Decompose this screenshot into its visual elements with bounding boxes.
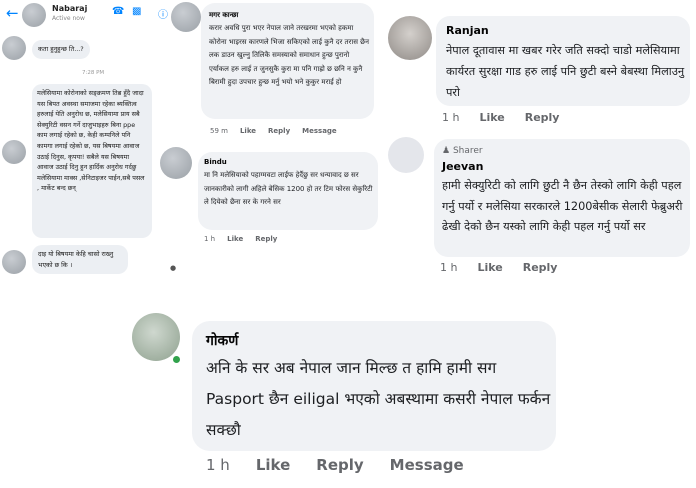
comment-text: हामी सेक्युरिटी को लागि छुटी नै छैन तेस्… <box>442 179 683 233</box>
avatar[interactable] <box>171 2 201 32</box>
sharer-label: Sharer <box>452 146 483 156</box>
avatar[interactable] <box>22 3 46 27</box>
comment-bubble: Ranjan नेपाल दूतावास मा खबर गरेर जति सक्… <box>436 16 690 106</box>
message-bubble: कता हुनुहुन्छ ति...? <box>32 40 90 59</box>
info-icon[interactable]: ⓘ <box>158 6 168 21</box>
comment-jeevan: ♟ Sharer Jeevan हामी सेक्युरिटी को लागि … <box>382 133 696 283</box>
comment-actions: 1 h Like Reply <box>442 111 559 124</box>
comment-bubble: मगर कान्छा करार अवधि पुरा भएर नेपाल जाने… <box>201 3 374 119</box>
commenter-name[interactable]: Jeevan <box>442 160 483 173</box>
avatar[interactable] <box>388 137 424 173</box>
chat-header: ← Nabaraj Active now ☎ ▩ ⓘ <box>0 0 182 28</box>
comment-bubble: ♟ Sharer Jeevan हामी सेक्युरिटी को लागि … <box>434 139 690 257</box>
sharer-icon: ♟ <box>442 146 451 156</box>
comment-actions: 1 h Like Reply <box>440 261 557 274</box>
like-button[interactable]: Like <box>477 261 502 274</box>
avatar <box>2 140 26 164</box>
comment-text: नेपाल दूतावास मा खबर गरेर जति सक्दो चाडो… <box>446 44 685 99</box>
commenter-name[interactable]: मगर कान्छा <box>209 11 238 20</box>
avatar[interactable] <box>388 16 432 60</box>
reply-button[interactable]: Reply <box>255 235 277 243</box>
message-bubble: मलेसियामा कोरोनाको सङ्क्रमण तिब्र हुँदै … <box>32 84 152 238</box>
comment-text: अनि के सर अब नेपाल जान मिल्छ त हामि हामी… <box>206 359 551 439</box>
comment-text: मा नि मलेसियाको पहाग्मवटा लाईफ हेर्दैछु … <box>204 171 373 207</box>
reply-button[interactable]: Reply <box>316 456 363 474</box>
comment-bindu: Bindu मा नि मलेसियाको पहाग्मवटा लाईफ हेर… <box>160 145 382 253</box>
comment-time[interactable]: 1 h <box>206 456 230 474</box>
comment-time[interactable]: 1 h <box>442 111 459 124</box>
avatar <box>2 36 26 60</box>
avatar[interactable] <box>160 147 192 179</box>
comment-bubble: गोकर्ण अनि के सर अब नेपाल जान मिल्छ त हा… <box>192 321 556 451</box>
like-button[interactable]: Like <box>479 111 504 124</box>
reply-button[interactable]: Reply <box>268 127 290 135</box>
comment-magar: मगर कान्छा करार अवधि पुरा भएर नेपाल जाने… <box>168 0 380 145</box>
like-button[interactable]: Like <box>240 127 256 135</box>
comment-ranjan: Ranjan नेपाल दूतावास मा खबर गरेर जति सक्… <box>382 0 696 133</box>
contact-status: Active now <box>52 15 85 22</box>
comment-time[interactable]: 1 h <box>440 261 457 274</box>
messenger-chat-panel: ← Nabaraj Active now ☎ ▩ ⓘ कता हुनुहुन्छ… <box>0 0 182 290</box>
back-arrow-icon[interactable]: ← <box>6 4 19 22</box>
message-bubble: दाइ यो बिषयमा केहि चासो राख्नु भएको छ कि… <box>32 245 128 275</box>
comment-actions: 1 h Like Reply <box>204 235 277 243</box>
comment-time[interactable]: 1 h <box>204 235 215 243</box>
comment-time[interactable]: 59 m <box>210 127 228 135</box>
message-button[interactable]: Message <box>302 127 337 135</box>
time-divider: 7:28 PM <box>82 70 105 76</box>
sharer-badge: ♟ Sharer <box>442 146 483 156</box>
online-status-icon <box>171 354 182 365</box>
video-icon[interactable]: ▩ <box>132 6 141 17</box>
contact-name: Nabaraj <box>52 4 88 13</box>
reply-button[interactable]: Reply <box>523 261 558 274</box>
like-button[interactable]: Like <box>256 456 290 474</box>
avatar <box>2 250 26 274</box>
comment-gokarna: गोकर्ण अनि के सर अब नेपाल जान मिल्छ त हा… <box>120 305 570 488</box>
commenter-name[interactable]: गोकर्ण <box>206 331 238 350</box>
reply-button[interactable]: Reply <box>525 111 560 124</box>
commenter-name[interactable]: Ranjan <box>446 24 489 37</box>
like-button[interactable]: Like <box>227 235 243 243</box>
message-button[interactable]: Message <box>390 456 464 474</box>
comment-actions: 1 h Like Reply Message <box>206 456 464 474</box>
seen-indicator-icon: ● <box>170 264 177 272</box>
comment-actions: 59 m Like Reply Message <box>210 127 337 135</box>
phone-icon[interactable]: ☎ <box>112 6 124 17</box>
comment-bubble: Bindu मा नि मलेसियाको पहाग्मवटा लाईफ हेर… <box>198 152 378 230</box>
commenter-name[interactable]: Bindu <box>204 158 227 166</box>
comment-text: करार अवधि पुरा भएर नेपाल जाने तरखरमा भएक… <box>209 24 369 87</box>
